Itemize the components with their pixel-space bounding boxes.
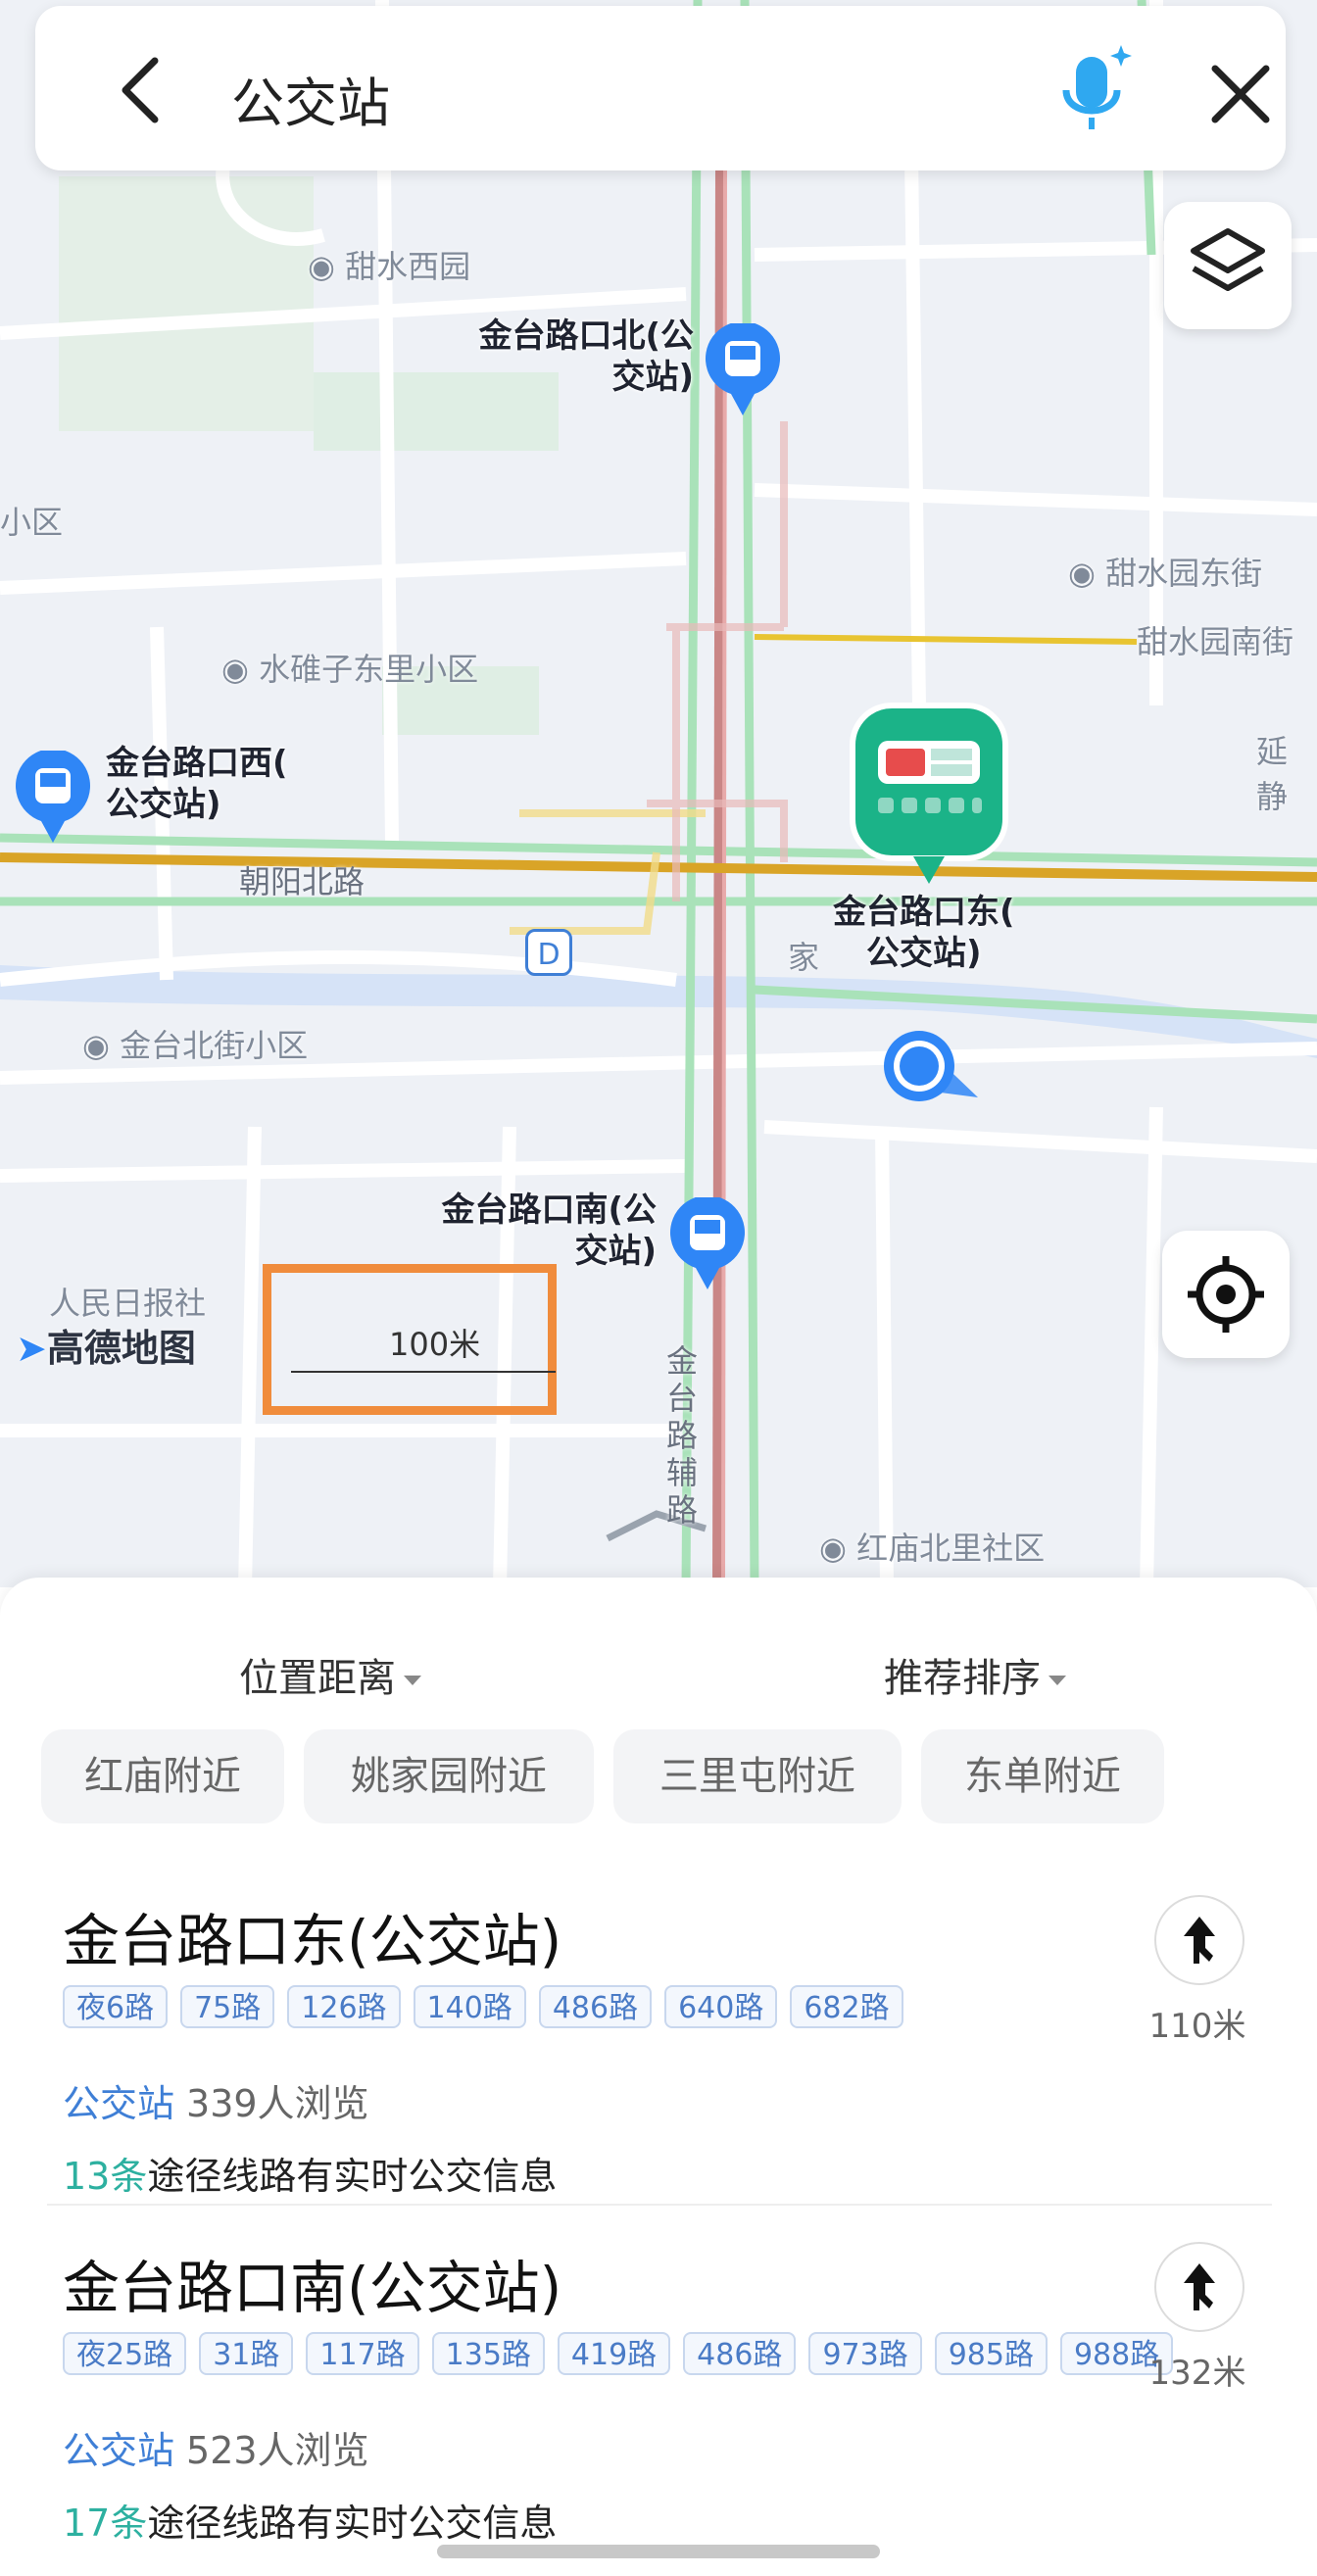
road-jintai-aux: 金台路辅路 bbox=[666, 1342, 699, 1529]
navigate-button[interactable] bbox=[1154, 1895, 1244, 1985]
poi-jintai-north[interactable]: ◉ 金台北街小区 bbox=[82, 1021, 308, 1066]
direction-arrow-icon bbox=[1184, 2263, 1215, 2310]
map-view[interactable]: 公交站 ◉ 甜水西园 ◉ 甜水园东街 甜水园南街 ◉ 水碓子东里小区 ◉ 金台北… bbox=[0, 0, 1317, 1587]
result-meta: 公交站 339人浏览 bbox=[63, 2073, 369, 2127]
route-tags: 夜25路 31路 117路 135路 419路 486路 973路 985路 9… bbox=[63, 2332, 1186, 2375]
route-tag: 75路 bbox=[180, 1985, 275, 2028]
route-tag: 486路 bbox=[538, 1985, 653, 2028]
stop-label-north[interactable]: 金台路口北(公 交站) bbox=[459, 316, 694, 398]
sort-filter[interactable]: 推荐排序 bbox=[884, 1646, 1066, 1703]
layers-icon bbox=[1191, 228, 1265, 291]
chip-honmiao[interactable]: 红庙附近 bbox=[41, 1729, 284, 1823]
route-tag: 640路 bbox=[664, 1985, 778, 2028]
bus-stop-marker-west[interactable] bbox=[14, 751, 92, 845]
poi-yan[interactable]: 延静 bbox=[1256, 727, 1317, 817]
chip-dongdan[interactable]: 东单附近 bbox=[921, 1729, 1164, 1823]
lines-note: 途径线路有实时公交信息 bbox=[147, 2502, 558, 2545]
realtime-note: 17条途径线路有实时公交信息 bbox=[63, 2493, 557, 2547]
dropdown-caret-icon bbox=[1049, 1676, 1066, 1685]
result-meta: 公交站 523人浏览 bbox=[63, 2420, 369, 2474]
search-bar[interactable]: 公交站 bbox=[35, 6, 1286, 170]
voice-input-icon[interactable] bbox=[1045, 39, 1143, 137]
route-tag: 126路 bbox=[287, 1985, 401, 2028]
route-tag: 117路 bbox=[306, 2332, 419, 2375]
poi-icon: ◉ bbox=[308, 248, 346, 285]
route-tag: 973路 bbox=[808, 2332, 922, 2375]
lines-count: 13条 bbox=[63, 2155, 148, 2198]
route-tag: 31路 bbox=[199, 2332, 294, 2375]
lines-note: 途径线路有实时公交信息 bbox=[147, 2155, 558, 2198]
chip-yaojiayuan[interactable]: 姚家园附近 bbox=[304, 1729, 594, 1823]
poi-shuiduizi[interactable]: ◉ 水碓子东里小区 bbox=[221, 645, 478, 690]
amap-logo: ➤高德地图 bbox=[16, 1327, 196, 1370]
road-chaoyang-north: 朝阳北路 bbox=[239, 863, 366, 900]
home-indicator[interactable] bbox=[437, 2545, 880, 2558]
stop-label-west[interactable]: 金台路口西(公交站) bbox=[106, 743, 288, 825]
route-tag: 140路 bbox=[413, 1985, 526, 2028]
distance-label: 110米 bbox=[1148, 2007, 1246, 2046]
route-tag: 682路 bbox=[790, 1985, 903, 2028]
dropdown-caret-icon bbox=[404, 1676, 421, 1685]
stop-label-east[interactable]: 金台路口东(公交站) bbox=[833, 892, 1015, 974]
category-label: 公交站 bbox=[63, 2082, 175, 2125]
back-icon[interactable] bbox=[104, 51, 182, 129]
realtime-note: 13条途径线路有实时公交信息 bbox=[63, 2146, 557, 2200]
poi-icon: ◉ bbox=[1068, 555, 1106, 592]
scale-label: 100米 bbox=[389, 1326, 481, 1363]
poi-tianshui-south[interactable]: 甜水园南街 bbox=[1137, 617, 1293, 662]
route-tag: 135路 bbox=[431, 2332, 545, 2375]
result-title[interactable]: 金台路口南(公交站) bbox=[63, 2242, 561, 2324]
navigate-button[interactable] bbox=[1154, 2242, 1244, 2332]
route-tag: 419路 bbox=[557, 2332, 671, 2375]
map-scale: 100米 bbox=[263, 1264, 557, 1415]
stop-label-south[interactable]: 金台路口南(公 交站) bbox=[412, 1190, 657, 1272]
route-tag: 夜25路 bbox=[63, 2332, 187, 2375]
park-area bbox=[59, 176, 314, 431]
bus-stop-marker-north[interactable] bbox=[704, 323, 782, 417]
current-location-icon bbox=[884, 1031, 978, 1101]
distance-label: 132米 bbox=[1148, 2354, 1246, 2393]
scale-line bbox=[291, 1371, 556, 1373]
view-count: 523人浏览 bbox=[186, 2429, 369, 2472]
poi-icon: ◉ bbox=[221, 651, 260, 688]
result-title[interactable]: 金台路口东(公交站) bbox=[63, 1895, 561, 1977]
selected-bus-stop-marker[interactable] bbox=[849, 702, 1009, 888]
view-count: 339人浏览 bbox=[186, 2082, 369, 2125]
metro-entrance-icon[interactable]: D bbox=[525, 929, 572, 976]
amap-logo-icon: ➤ bbox=[16, 1327, 47, 1370]
poi-small-district[interactable]: 小区 bbox=[0, 498, 63, 543]
direction-arrow-icon bbox=[1184, 1917, 1215, 1964]
lines-count: 17条 bbox=[63, 2502, 148, 2545]
route-tag: 夜6路 bbox=[63, 1985, 169, 2028]
category-label: 公交站 bbox=[63, 2429, 175, 2472]
location-filter[interactable]: 位置距离 bbox=[239, 1646, 421, 1703]
route-tag: 486路 bbox=[683, 2332, 797, 2375]
poi-icon: ◉ bbox=[82, 1027, 121, 1064]
poi-honmiao-north[interactable]: ◉ 红庙北里社区 bbox=[819, 1524, 1045, 1569]
poi-tianshui-east[interactable]: ◉ 甜水园东街 bbox=[1068, 549, 1262, 594]
route-tag: 985路 bbox=[934, 2332, 1048, 2375]
locate-button[interactable] bbox=[1162, 1231, 1290, 1358]
poi-jia[interactable]: 家 bbox=[788, 933, 819, 978]
search-query[interactable]: 公交站 bbox=[231, 60, 390, 137]
close-icon[interactable] bbox=[1201, 55, 1280, 133]
chip-sanlitun[interactable]: 三里屯附近 bbox=[613, 1729, 902, 1823]
layers-button[interactable] bbox=[1164, 202, 1292, 329]
locate-icon bbox=[1188, 1256, 1264, 1333]
route-tags: 夜6路 75路 126路 140路 486路 640路 682路 bbox=[63, 1985, 916, 2028]
poi-tianshui-west[interactable]: ◉ 甜水西园 bbox=[308, 242, 470, 287]
bus-stop-marker-south[interactable] bbox=[668, 1197, 747, 1291]
result-divider bbox=[47, 2204, 1272, 2206]
poi-icon: ◉ bbox=[819, 1530, 857, 1567]
